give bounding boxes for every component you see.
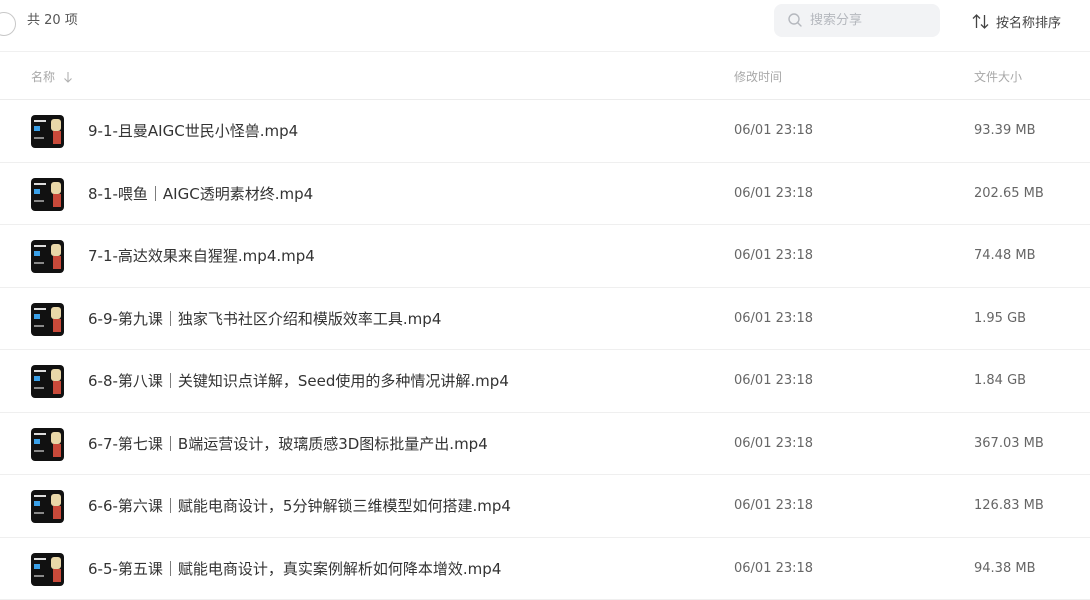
search-input[interactable] — [810, 4, 934, 37]
file-name[interactable]: 6-6-第六课｜赋能电商设计，5分钟解锁三维模型如何搭建.mp4 — [88, 496, 511, 516]
file-list: 9-1-且曼AIGC世民小怪兽.mp4 06/01 23:18 93.39 MB… — [0, 100, 1090, 600]
file-modified: 06/01 23:18 — [734, 248, 813, 264]
select-all-checkbox[interactable] — [0, 12, 16, 36]
file-modified: 06/01 23:18 — [734, 498, 813, 514]
table-row[interactable]: 6-9-第九课｜独家飞书社区介绍和模版效率工具.mp4 06/01 23:18 … — [0, 288, 1090, 351]
video-thumbnail — [31, 115, 64, 148]
table-row[interactable]: 6-6-第六课｜赋能电商设计，5分钟解锁三维模型如何搭建.mp4 06/01 2… — [0, 475, 1090, 538]
video-thumbnail — [31, 365, 64, 398]
video-thumbnail — [31, 303, 64, 336]
sort-icon — [972, 14, 989, 29]
search-box[interactable] — [774, 4, 940, 37]
file-name[interactable]: 6-8-第八课｜关键知识点详解，Seed使用的多种情况讲解.mp4 — [88, 371, 509, 391]
table-header: 名称 修改时间 文件大小 — [0, 52, 1090, 100]
file-modified: 06/01 23:18 — [734, 123, 813, 139]
file-name[interactable]: 7-1-高达效果来自猩猩.mp4.mp4 — [88, 246, 315, 266]
table-row[interactable]: 9-1-且曼AIGC世民小怪兽.mp4 06/01 23:18 93.39 MB — [0, 100, 1090, 163]
file-modified: 06/01 23:18 — [734, 373, 813, 389]
column-name-label: 名称 — [31, 68, 55, 85]
file-size: 94.38 MB — [974, 561, 1035, 577]
sort-button[interactable]: 按名称排序 — [972, 12, 1061, 30]
file-modified: 06/01 23:18 — [734, 186, 813, 202]
file-size: 1.95 GB — [974, 311, 1026, 327]
file-size: 367.03 MB — [974, 436, 1044, 452]
search-icon — [788, 13, 802, 27]
file-size: 126.83 MB — [974, 498, 1044, 514]
video-thumbnail — [31, 428, 64, 461]
column-name-header[interactable]: 名称 — [31, 68, 73, 85]
file-name[interactable]: 8-1-喂鱼｜AIGC透明素材终.mp4 — [88, 184, 313, 204]
file-name[interactable]: 9-1-且曼AIGC世民小怪兽.mp4 — [88, 121, 298, 141]
table-row[interactable]: 7-1-高达效果来自猩猩.mp4.mp4 06/01 23:18 74.48 M… — [0, 225, 1090, 288]
video-thumbnail — [31, 178, 64, 211]
table-row[interactable]: 6-5-第五课｜赋能电商设计，真实案例解析如何降本增效.mp4 06/01 23… — [0, 538, 1090, 600]
file-size: 74.48 MB — [974, 248, 1035, 264]
file-size: 1.84 GB — [974, 373, 1026, 389]
arrow-down-icon — [63, 71, 73, 83]
file-name[interactable]: 6-9-第九课｜独家飞书社区介绍和模版效率工具.mp4 — [88, 309, 441, 329]
column-size-header[interactable]: 文件大小 — [974, 68, 1022, 85]
file-size: 202.65 MB — [974, 186, 1044, 202]
file-size: 93.39 MB — [974, 123, 1035, 139]
video-thumbnail — [31, 240, 64, 273]
table-row[interactable]: 6-7-第七课｜B端运营设计，玻璃质感3D图标批量产出.mp4 06/01 23… — [0, 413, 1090, 476]
table-row[interactable]: 6-8-第八课｜关键知识点详解，Seed使用的多种情况讲解.mp4 06/01 … — [0, 350, 1090, 413]
file-modified: 06/01 23:18 — [734, 311, 813, 327]
video-thumbnail — [31, 553, 64, 586]
file-modified: 06/01 23:18 — [734, 561, 813, 577]
table-row[interactable]: 8-1-喂鱼｜AIGC透明素材终.mp4 06/01 23:18 202.65 … — [0, 163, 1090, 226]
item-count: 共 20 项 — [27, 12, 78, 30]
file-name[interactable]: 6-7-第七课｜B端运营设计，玻璃质感3D图标批量产出.mp4 — [88, 434, 488, 454]
toolbar: 共 20 项 按名称排序 — [0, 0, 1090, 52]
file-name[interactable]: 6-5-第五课｜赋能电商设计，真实案例解析如何降本增效.mp4 — [88, 559, 501, 579]
column-modified-header[interactable]: 修改时间 — [734, 68, 782, 85]
file-modified: 06/01 23:18 — [734, 436, 813, 452]
video-thumbnail — [31, 490, 64, 523]
sort-label: 按名称排序 — [996, 12, 1061, 31]
